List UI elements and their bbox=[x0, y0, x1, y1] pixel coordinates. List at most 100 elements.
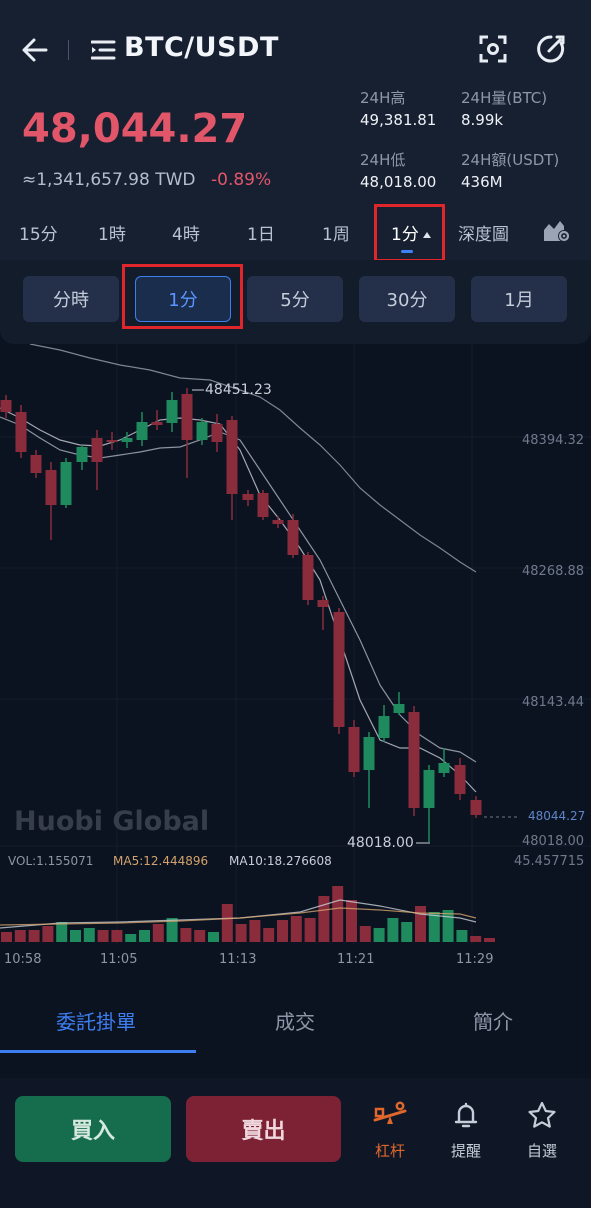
candle-body bbox=[30, 455, 42, 473]
time-axis-label: 11:13 bbox=[219, 952, 257, 967]
pair-title[interactable]: BTC/USDT bbox=[124, 32, 279, 63]
interval-1month-button[interactable]: 1月 bbox=[471, 276, 567, 322]
candle-body bbox=[363, 737, 375, 770]
highlight-box-interval bbox=[122, 264, 243, 329]
candle-body bbox=[211, 424, 223, 442]
tab-4hour[interactable]: 4時 bbox=[172, 220, 200, 245]
volume-bar bbox=[28, 930, 40, 942]
volume-bar bbox=[83, 928, 95, 942]
price-axis-label: 48018.00 bbox=[522, 834, 585, 849]
volume-btc-value: 8.99k bbox=[461, 111, 504, 129]
active-tab-underline bbox=[0, 1050, 196, 1053]
fullscreen-icon[interactable] bbox=[478, 34, 508, 64]
candle-body bbox=[438, 763, 450, 773]
volume-bar bbox=[42, 926, 54, 942]
volume-bar bbox=[263, 928, 275, 942]
tab-open-orders[interactable]: 委託掛單 bbox=[56, 1006, 136, 1035]
volume-bar bbox=[332, 886, 344, 942]
volume-btc-label: 24H量(BTC) bbox=[461, 89, 548, 107]
leverage-icon bbox=[373, 1101, 407, 1124]
chart-settings-icon[interactable] bbox=[535, 33, 567, 65]
volume-bar bbox=[70, 930, 81, 942]
high-label: 24H高 bbox=[360, 89, 406, 107]
candle-body bbox=[408, 712, 420, 808]
back-arrow-icon[interactable] bbox=[18, 33, 52, 67]
candle-body bbox=[0, 400, 12, 412]
watermark: Huobi Global bbox=[14, 806, 210, 837]
candle-body bbox=[15, 412, 27, 452]
volume-bar bbox=[456, 930, 468, 942]
tab-15min[interactable]: 15分 bbox=[19, 220, 58, 245]
volume-bar bbox=[235, 924, 247, 942]
volume-bar bbox=[152, 924, 164, 942]
candle-body bbox=[151, 422, 163, 425]
volume-bar bbox=[484, 938, 495, 942]
leverage-button[interactable]: 杠杆 bbox=[360, 1100, 420, 1168]
candle-body bbox=[287, 520, 299, 555]
low-price-marker: 48018.00 bbox=[347, 835, 414, 851]
volume-bar bbox=[373, 928, 385, 942]
candle-body bbox=[272, 520, 284, 524]
buy-button[interactable]: 買入 bbox=[15, 1096, 171, 1162]
volume-bar bbox=[56, 922, 68, 942]
volume-bar bbox=[290, 916, 302, 942]
volume-usdt-label: 24H額(USDT) bbox=[461, 151, 560, 169]
current-price-label: 48044.27 bbox=[528, 809, 586, 823]
star-icon bbox=[528, 1101, 556, 1128]
last-price: 48,044.27 bbox=[22, 106, 248, 152]
volume-bar bbox=[415, 906, 426, 942]
tab-1week[interactable]: 1周 bbox=[322, 220, 350, 245]
volume-bar bbox=[304, 918, 316, 942]
tab-depth-chart[interactable]: 深度圖 bbox=[458, 220, 509, 245]
ma10-indicator: MA10:18.276608 bbox=[229, 854, 332, 868]
candle-body bbox=[378, 716, 390, 738]
leverage-label: 杠杆 bbox=[374, 1142, 405, 1160]
volume-bar bbox=[470, 936, 482, 942]
indicator-settings-icon[interactable] bbox=[543, 218, 571, 244]
interval-30min-button[interactable]: 30分 bbox=[359, 276, 455, 322]
time-axis-label: 11:05 bbox=[100, 952, 138, 967]
candle-body bbox=[454, 765, 466, 794]
fiat-value: ≈1,341,657.98 TWD bbox=[22, 170, 196, 190]
price-axis-label: 48143.44 bbox=[522, 695, 585, 710]
volume-bar bbox=[387, 918, 399, 942]
interval-5min-button[interactable]: 5分 bbox=[247, 276, 343, 322]
time-axis-label: 11:21 bbox=[337, 952, 375, 967]
candle-body bbox=[423, 770, 435, 808]
tab-1hour[interactable]: 1時 bbox=[98, 220, 126, 245]
volume-usdt-value: 436M bbox=[461, 173, 503, 191]
candlestick-chart[interactable] bbox=[0, 344, 591, 974]
volume-bar bbox=[249, 920, 261, 942]
volume-indicator: VOL:1.155071 bbox=[8, 854, 94, 868]
bell-icon bbox=[454, 1102, 478, 1128]
candle-body bbox=[333, 612, 345, 727]
volume-bar bbox=[277, 920, 288, 942]
volume-bar bbox=[359, 926, 371, 942]
pair-menu-icon[interactable] bbox=[90, 39, 117, 61]
sell-button[interactable]: 賣出 bbox=[186, 1096, 341, 1162]
volume-bar bbox=[111, 930, 123, 942]
candle-body bbox=[136, 422, 148, 440]
price-axis-label: 48268.88 bbox=[522, 564, 585, 579]
volume-axis-max: 45.457715 bbox=[514, 854, 585, 869]
volume-bar bbox=[97, 930, 109, 942]
tab-1day[interactable]: 1日 bbox=[247, 220, 275, 245]
candle-body bbox=[121, 438, 133, 442]
candle-body bbox=[242, 494, 254, 500]
tab-introduction[interactable]: 簡介 bbox=[473, 1006, 513, 1035]
volume-bar bbox=[401, 922, 413, 942]
alert-button[interactable]: 提醒 bbox=[436, 1100, 496, 1168]
candle-body bbox=[91, 438, 103, 462]
high-price-marker: 48451.23 bbox=[205, 382, 272, 398]
candle-body bbox=[302, 555, 314, 600]
watchlist-button[interactable]: 自選 bbox=[512, 1100, 572, 1168]
interval-timeline-button[interactable]: 分時 bbox=[23, 276, 119, 322]
volume-bar bbox=[346, 900, 357, 942]
candle-body bbox=[317, 600, 329, 607]
tab-trades[interactable]: 成交 bbox=[275, 1006, 315, 1035]
candle-body bbox=[393, 704, 405, 713]
alert-label: 提醒 bbox=[450, 1142, 481, 1160]
candle-body bbox=[106, 440, 118, 442]
volume-bar bbox=[318, 896, 330, 942]
candle-body bbox=[76, 447, 88, 462]
